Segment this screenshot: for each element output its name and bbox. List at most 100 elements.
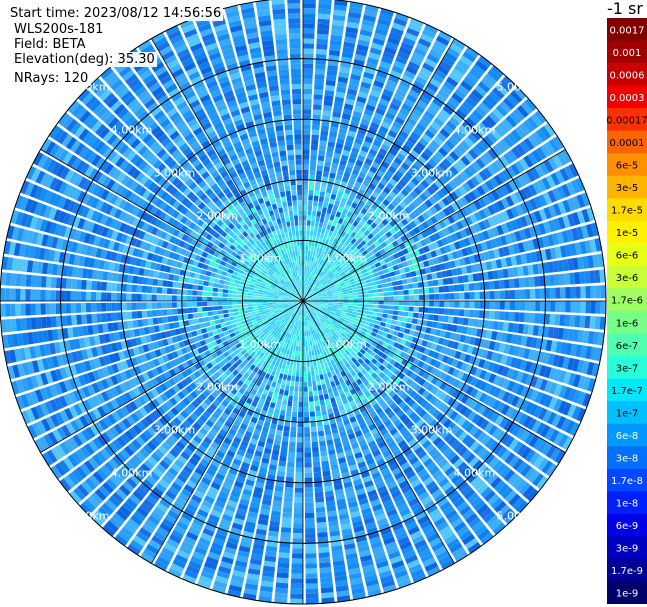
ppi-cell [296, 447, 303, 453]
ppi-cell [283, 425, 290, 432]
ppi-cell [594, 316, 601, 330]
ppi-cell [303, 94, 312, 100]
ppi-cell [311, 350, 315, 356]
ppi-cell [529, 276, 535, 287]
ppi-cell [320, 455, 329, 462]
ppi-cell [323, 373, 328, 379]
ppi-cell [305, 512, 315, 519]
ppi-cell [310, 220, 315, 227]
ppi-cell [305, 598, 319, 604]
ppi-cell [291, 421, 297, 428]
ppi-cell [314, 491, 324, 498]
ppi-cell [318, 196, 325, 202]
ppi-cell [368, 301, 374, 304]
ppi-cell [580, 301, 586, 314]
ppi-cell [323, 218, 329, 224]
ppi-cell [424, 294, 430, 300]
ppi-cell [333, 302, 339, 305]
ppi-cell [320, 363, 325, 370]
ppi-cell [473, 282, 480, 291]
ppi-cell [304, 452, 312, 458]
ppi-cell [447, 277, 454, 285]
ppi-cell [320, 212, 326, 218]
ppi-cell [348, 303, 354, 306]
ppi-cell [559, 273, 566, 286]
ppi-cell [321, 207, 327, 213]
ppi-cell [406, 317, 413, 324]
ppi-cell [358, 303, 364, 307]
ppi-cell [292, 406, 298, 412]
ppi-cell [310, 149, 318, 156]
ppi-cell [565, 301, 571, 313]
ppi-cell [328, 299, 334, 301]
ppi-cell [290, 431, 297, 438]
ppi-cell [554, 274, 561, 286]
ppi-cell [387, 286, 394, 292]
ppi-cell [309, 164, 316, 171]
ppi-cell [321, 383, 327, 390]
ppi-cell [303, 28, 315, 34]
ppi-cell [442, 315, 449, 323]
ppi-cell [375, 276, 381, 281]
ppi-cell [308, 200, 313, 206]
ppi-cell [322, 388, 328, 395]
ppi-cell [535, 301, 541, 312]
ppi-cell [442, 278, 449, 285]
ppi-cell [312, 446, 319, 453]
ppi-cell [314, 400, 320, 407]
ppi-cell [303, 194, 308, 201]
ppi-cell [303, 351, 306, 357]
ppi-cell [398, 301, 404, 306]
ppi-cell [305, 578, 318, 584]
ppi-cell [283, 497, 293, 503]
ppi-cell [279, 455, 287, 462]
ppi-cell [513, 278, 520, 288]
ppi-cell [418, 307, 424, 313]
ppi-cell [303, 124, 311, 130]
ppi-cell [277, 393, 284, 400]
ppi-cell [398, 295, 404, 301]
ppi-cell [395, 320, 402, 327]
ppi-cell [321, 227, 326, 234]
ppi-cell [319, 440, 326, 447]
ppi-cell [282, 430, 290, 437]
ppi-cell [304, 260, 307, 266]
ppi-cell [303, 396, 309, 402]
ppi-cell [308, 240, 312, 247]
ppi-cell [403, 295, 409, 300]
ppi-cell [428, 287, 434, 294]
ppi-cell [468, 283, 475, 291]
ppi-cell [282, 435, 289, 442]
ppi-cell [484, 291, 490, 300]
ppi-cell [284, 385, 290, 391]
ppi-cell [313, 195, 319, 202]
ppi-cell [323, 393, 330, 400]
ppi-cell [395, 274, 402, 281]
ppi-cell [275, 582, 289, 589]
ppi-cell [303, 23, 315, 29]
ppi-cell [368, 293, 374, 297]
ppi-cell [304, 422, 310, 428]
ppi-cell [315, 410, 322, 417]
ppi-cell [315, 496, 325, 503]
ppi-cell [290, 598, 303, 604]
ppi-cell [304, 442, 311, 448]
ppi-cell [378, 296, 384, 301]
ppi-cell [307, 376, 312, 382]
ppi-cell [401, 279, 408, 285]
ppi-cell [474, 291, 480, 300]
ppi-cell [308, 185, 315, 191]
ppi-cell [400, 322, 407, 328]
ppi-cell [277, 378, 283, 384]
ppi-cell [514, 312, 520, 322]
ppi-cell [405, 272, 412, 278]
ppi-cell [333, 299, 339, 301]
ppi-cell [378, 301, 384, 305]
ppi-cell [600, 301, 606, 314]
ppi-cell [408, 289, 414, 295]
ppi-cell [279, 389, 285, 395]
ppi-cell [313, 94, 323, 100]
ppi-cell [319, 191, 326, 198]
ppi-cell [304, 487, 313, 493]
ppi-cell [377, 312, 383, 318]
